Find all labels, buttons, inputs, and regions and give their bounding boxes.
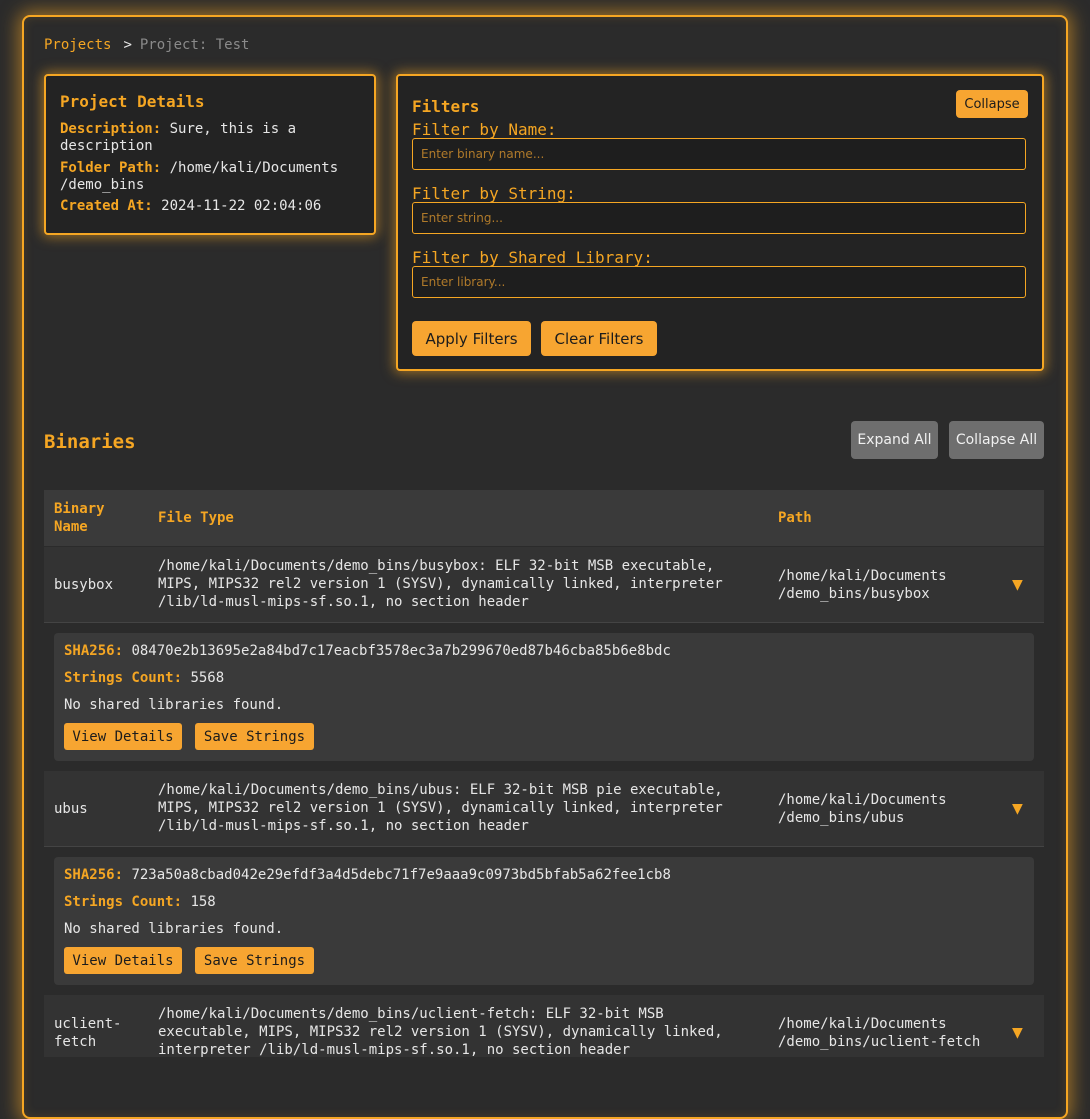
- shared-libraries-text: No shared libraries found.: [64, 921, 284, 937]
- binary-details-busybox: SHA256: 08470e2b13695e2a84bd7c17eacbf357…: [54, 633, 1034, 761]
- filter-string-input[interactable]: [412, 202, 1026, 234]
- sha256-value: 723a50a8cbad042e29efdf3a4d5debc71f7e9aaa…: [131, 867, 671, 883]
- strings-count-value: 158: [190, 894, 216, 910]
- column-header-path: Path: [778, 510, 812, 526]
- expand-toggle-icon[interactable]: ▼: [1012, 574, 1023, 595]
- description-label: Description:: [60, 121, 162, 137]
- breadcrumb: Projects > Project: Test: [44, 37, 249, 53]
- binary-name: uclient-fetch: [54, 1016, 122, 1050]
- filter-name-input[interactable]: [412, 138, 1026, 170]
- save-strings-button[interactable]: Save Strings: [195, 723, 314, 750]
- created-at-row: Created At: 2024-11-22 02:04:06: [60, 198, 360, 215]
- binary-path: /home/kali/Documents /demo_bins/busybox: [778, 568, 947, 602]
- binary-name: busybox: [54, 577, 114, 593]
- sha256-label: SHA256:: [64, 867, 124, 883]
- filter-library-input[interactable]: [412, 266, 1026, 298]
- binary-path: /home/kali/Documents /demo_bins/ubus: [778, 792, 947, 826]
- breadcrumb-current: Project: Test: [139, 37, 250, 53]
- strings-count-value: 5568: [190, 670, 225, 686]
- column-header-file-type: File Type: [158, 510, 234, 526]
- strings-count-label: Strings Count:: [64, 894, 183, 910]
- strings-count-label: Strings Count:: [64, 670, 183, 686]
- binary-details-ubus: SHA256: 723a50a8cbad042e29efdf3a4d5debc7…: [54, 857, 1034, 985]
- filter-name-label: Filter by Name:: [412, 120, 557, 139]
- filters-panel: Filters Collapse Filter by Name: Filter …: [396, 74, 1044, 371]
- save-strings-button[interactable]: Save Strings: [195, 947, 314, 974]
- expand-all-button[interactable]: Expand All: [851, 421, 938, 459]
- expand-toggle-icon[interactable]: ▼: [1012, 1022, 1023, 1043]
- sha256-label: SHA256:: [64, 643, 124, 659]
- created-at-value: 2024-11-22 02:04:06: [161, 198, 322, 214]
- view-details-button[interactable]: View Details: [64, 947, 182, 974]
- collapse-all-button[interactable]: Collapse All: [949, 421, 1044, 459]
- view-details-button[interactable]: View Details: [64, 723, 182, 750]
- strings-count-line: Strings Count: 158: [64, 894, 216, 910]
- binaries-table-header: Binary Name File Type Path: [44, 490, 1044, 546]
- binary-file-type: /home/kali/Documents/demo_bins/ubus: ELF…: [158, 782, 723, 834]
- clear-filters-button[interactable]: Clear Filters: [541, 321, 657, 356]
- description-row: Description: Sure, this is a description: [60, 121, 360, 155]
- collapse-filters-button[interactable]: Collapse: [956, 90, 1028, 118]
- binaries-title: Binaries: [44, 431, 136, 453]
- filters-title: Filters: [412, 97, 480, 116]
- sha256-line: SHA256: 08470e2b13695e2a84bd7c17eacbf357…: [64, 643, 671, 659]
- folder-path-row: Folder Path: /home/kali/Documents /demo_…: [60, 160, 360, 194]
- binary-row-uclient-fetch[interactable]: uclient-fetch /home/kali/Documents/demo_…: [44, 995, 1044, 1058]
- binary-file-type: /home/kali/Documents/demo_bins/uclient-f…: [158, 1006, 723, 1058]
- sha256-value: 08470e2b13695e2a84bd7c17eacbf3578ec3a7b2…: [131, 643, 671, 659]
- filter-string-label: Filter by String:: [412, 184, 576, 203]
- binary-file-type: /home/kali/Documents/demo_bins/busybox: …: [158, 558, 723, 610]
- created-at-label: Created At:: [60, 198, 153, 214]
- shared-libraries-text: No shared libraries found.: [64, 697, 284, 713]
- binary-name: ubus: [54, 801, 88, 817]
- apply-filters-button[interactable]: Apply Filters: [412, 321, 531, 356]
- filter-library-label: Filter by Shared Library:: [412, 248, 653, 267]
- project-details-title: Project Details: [60, 92, 205, 111]
- folder-path-label: Folder Path:: [60, 160, 162, 176]
- sha256-line: SHA256: 723a50a8cbad042e29efdf3a4d5debc7…: [64, 867, 671, 883]
- binary-path: /home/kali/Documents /demo_bins/uclient-…: [778, 1016, 981, 1050]
- expand-toggle-icon[interactable]: ▼: [1012, 798, 1023, 819]
- breadcrumb-projects-link[interactable]: Projects: [44, 37, 111, 53]
- strings-count-line: Strings Count: 5568: [64, 670, 224, 686]
- project-details-panel: Project Details Description: Sure, this …: [44, 74, 376, 235]
- breadcrumb-separator: >: [123, 37, 132, 53]
- column-header-binary-name: Binary Name: [54, 501, 105, 535]
- binary-row-ubus[interactable]: ubus /home/kali/Documents/demo_bins/ubus…: [44, 771, 1044, 847]
- binary-row-busybox[interactable]: busybox /home/kali/Documents/demo_bins/b…: [44, 547, 1044, 623]
